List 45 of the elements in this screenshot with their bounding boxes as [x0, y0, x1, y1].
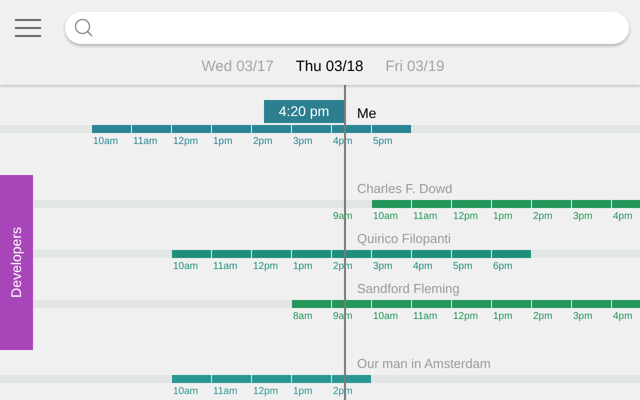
hour-label: 1pm: [493, 310, 512, 324]
hour-label: 3pm: [573, 210, 592, 224]
hour-label: 10am: [373, 210, 398, 224]
person-name: Me: [357, 104, 376, 123]
hour-label: 2pm: [253, 135, 272, 149]
search-icon: [74, 18, 94, 38]
hour-label: 11am: [213, 260, 238, 274]
menu-icon[interactable]: [15, 18, 41, 36]
person-name: Our man in Amsterdam: [357, 355, 491, 373]
hour-label: 8am: [293, 310, 312, 324]
hour-label: 11am: [133, 135, 158, 149]
person-name: Charles F. Dowd: [357, 180, 452, 198]
hour-label: 12pm: [253, 385, 278, 399]
hour-label: 1pm: [293, 385, 312, 399]
hour-label: 5pm: [373, 135, 392, 149]
hour-label: 10am: [173, 385, 198, 399]
hour-label: 2pm: [533, 310, 552, 324]
hour-label: 1pm: [493, 210, 512, 224]
person-name: Quirico Filopanti: [357, 230, 451, 248]
hour-label: 10am: [93, 135, 118, 149]
hour-label: 11am: [413, 310, 438, 324]
hour-label: 12pm: [173, 135, 198, 149]
hour-label: 10am: [373, 310, 398, 324]
hour-label: 3pm: [373, 260, 392, 274]
day-tab[interactable]: Thu 03/18: [296, 56, 364, 78]
hour-label: 10am: [173, 260, 198, 274]
hour-label: 2pm: [533, 210, 552, 224]
hour-label: 1pm: [213, 135, 232, 149]
search-field[interactable]: [65, 12, 629, 44]
hour-label: 11am: [413, 210, 438, 224]
hour-label: 4pm: [613, 210, 632, 224]
person-name: Sandford Fleming: [357, 280, 460, 298]
hour-label: 4pm: [413, 260, 432, 274]
hour-label: 12pm: [453, 310, 478, 324]
hour-label: 5pm: [453, 260, 472, 274]
group-tab[interactable]: Developers: [0, 175, 33, 350]
hour-label: 1pm: [293, 260, 312, 274]
hour-label: 6pm: [493, 260, 512, 274]
hour-label: 4pm: [613, 310, 632, 324]
current-time-badge: 4:20 pm: [264, 100, 344, 123]
hour-label: 11am: [213, 385, 238, 399]
hour-label: 3pm: [573, 310, 592, 324]
hour-label: 12pm: [453, 210, 478, 224]
hour-label: 12pm: [253, 260, 278, 274]
hour-label: 3pm: [293, 135, 312, 149]
